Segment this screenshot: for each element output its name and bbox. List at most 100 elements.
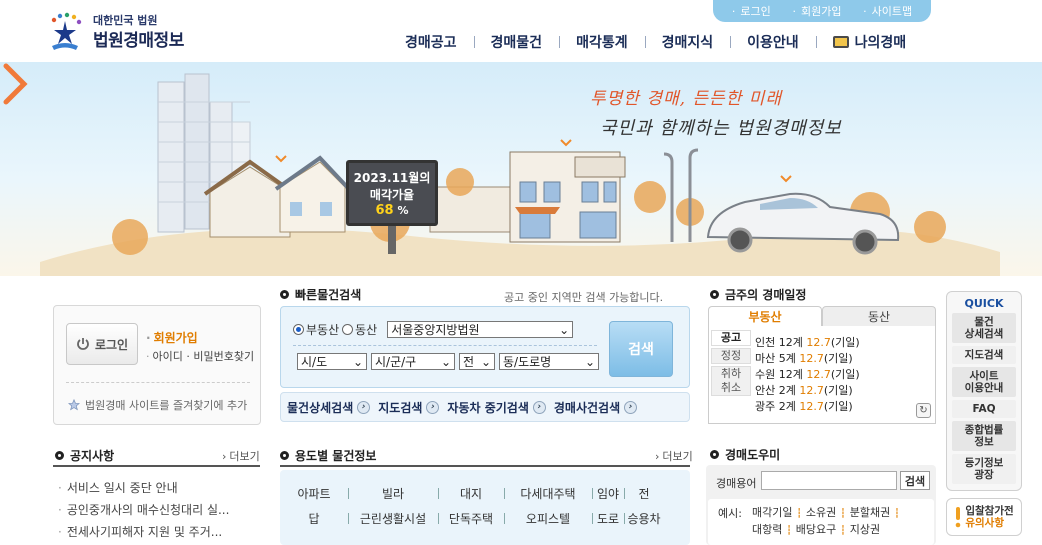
quick-search-note: 공고 중인 지역만 검색 가능합니다. bbox=[504, 291, 664, 304]
usage-forest[interactable]: 임야 bbox=[592, 485, 624, 502]
quick-map-search[interactable]: 지도검색 bbox=[952, 346, 1016, 364]
cat-notice[interactable]: 공고 bbox=[711, 330, 751, 346]
nav-auction-knowledge[interactable]: 경매지식 bbox=[644, 32, 731, 52]
cat-correction[interactable]: 정정 bbox=[711, 348, 751, 364]
usage-field[interactable]: 전 bbox=[624, 485, 664, 502]
usage-officetel[interactable]: 오피스텔 bbox=[504, 510, 592, 527]
list-item[interactable]: 광주 2계 12.7(기일) bbox=[755, 399, 860, 415]
quick-search-row-1: 부동산 동산 서울중앙지방법원 bbox=[293, 321, 574, 338]
quick-search-button[interactable]: 검색 bbox=[609, 321, 673, 377]
usage-paddy[interactable]: 답 bbox=[280, 510, 348, 527]
list-item[interactable]: 안산 2계 12.7(기일) bbox=[755, 383, 860, 399]
chevron-right-icon: › bbox=[426, 400, 440, 414]
quick-law-info[interactable]: 종합법률 정보 bbox=[952, 421, 1016, 451]
bullet-icon bbox=[55, 451, 64, 460]
nav-my-auction[interactable]: 나의경매 bbox=[815, 32, 924, 52]
usage-apartment[interactable]: 아파트 bbox=[280, 485, 348, 502]
case-search-link[interactable]: 경매사건검색 › bbox=[554, 399, 638, 416]
court-select[interactable]: 서울중앙지방법원 bbox=[387, 321, 574, 338]
find-account-link[interactable]: 아이디 · 비밀번호찾기 bbox=[146, 348, 255, 364]
login-box: 로그인 회원가입 아이디 · 비밀번호찾기 법원경매 사이트를 즐겨찾기에 추가 bbox=[53, 305, 261, 425]
term-superficies[interactable]: 지상권 bbox=[850, 522, 880, 539]
nav-usage-guide[interactable]: 이용안내 bbox=[730, 32, 816, 52]
jeon-select[interactable]: 전 bbox=[459, 353, 495, 370]
usage-neighborhood[interactable]: 근린생활시설 bbox=[348, 510, 438, 527]
usage-detached[interactable]: 단독주택 bbox=[438, 510, 504, 527]
slogan-line-1: 투명한 경매, 든든한 미래 bbox=[590, 89, 783, 109]
nav-sale-statistics[interactable]: 매각통계 bbox=[559, 32, 645, 52]
nav-auction-notice[interactable]: 경매공고 bbox=[388, 32, 474, 52]
glossary-input[interactable] bbox=[761, 471, 897, 490]
term-distribution-request[interactable]: 배당요구 bbox=[796, 522, 846, 539]
usage-car[interactable]: 승용차 bbox=[624, 510, 664, 527]
vehicle-search-link[interactable]: 자동차 중기검색 › bbox=[447, 399, 546, 416]
nav-auction-items[interactable]: 경매물건 bbox=[473, 32, 560, 52]
glossary-example-label: 예시: bbox=[718, 507, 742, 520]
quick-search-box: 부동산 동산 서울중앙지방법원 시/도 시/군/구 전 동/도로명 검색 bbox=[280, 306, 690, 388]
logo-title: 법원경매정보 bbox=[93, 31, 184, 51]
movable-radio-label: 동산 bbox=[355, 323, 378, 337]
weekly-schedule-title: 금주의 경매일정 bbox=[710, 286, 806, 303]
site-header: 대한민국 법원 법원경매정보 로그인 회원가입 사이트맵 경매공고 경매물건 매… bbox=[0, 0, 1042, 62]
usage-row-2: 답 근린생활시설 단독주택 오피스텔 도로 승용차 bbox=[280, 510, 664, 527]
list-item[interactable]: 서비스 일시 중단 안내 bbox=[58, 477, 229, 499]
usage-multiplex[interactable]: 다세대주택 bbox=[504, 485, 592, 502]
notices-title-text: 공지사항 bbox=[70, 449, 115, 463]
vehicle-search-label: 자동차 중기검색 bbox=[447, 400, 529, 415]
term-ownership[interactable]: 소유권 bbox=[806, 505, 846, 522]
list-item[interactable]: 공인중개사의 매수신청대리 실... bbox=[58, 499, 230, 521]
notices-more-link[interactable]: 더보기 bbox=[222, 448, 259, 464]
item-place: 안산 2계 bbox=[755, 384, 796, 397]
chevron-right-icon: › bbox=[532, 400, 546, 414]
join-link[interactable]: 회원가입 bbox=[146, 329, 198, 346]
login-button[interactable]: 로그인 bbox=[66, 323, 138, 365]
book-icon bbox=[832, 36, 849, 48]
list-item[interactable]: 수원 12계 12.7(기일) bbox=[755, 367, 860, 383]
realestate-radio[interactable] bbox=[293, 324, 304, 335]
tab-movable[interactable]: 동산 bbox=[822, 306, 936, 326]
quick-menu: QUICK 물건 상세검색 지도검색 사이트 이용안내 FAQ 종합법률 정보 … bbox=[946, 291, 1022, 491]
list-item[interactable]: 전세사기피해자 지원 및 주거... bbox=[58, 521, 229, 543]
add-favorite-label: 법원경매 사이트를 즐겨찾기에 추가 bbox=[85, 399, 248, 412]
add-favorite-link[interactable]: 법원경매 사이트를 즐겨찾기에 추가 bbox=[68, 397, 247, 413]
movable-radio[interactable] bbox=[342, 324, 354, 335]
banner-next-arrow-icon[interactable] bbox=[0, 62, 30, 106]
usage-land[interactable]: 대지 bbox=[438, 485, 504, 502]
usage-villa[interactable]: 빌라 bbox=[348, 485, 438, 502]
cat-withdrawal[interactable]: 취하 취소 bbox=[711, 366, 751, 396]
sigungu-select[interactable]: 시/군/구 bbox=[371, 353, 455, 370]
util-login-link[interactable]: 로그인 bbox=[732, 3, 770, 19]
list-item[interactable]: 마산 5계 12.7(기일) bbox=[755, 351, 860, 367]
term-divided-claim[interactable]: 분할채권 bbox=[850, 505, 900, 522]
usage-road[interactable]: 도로 bbox=[592, 510, 624, 527]
glossary-title-text: 경매도우미 bbox=[725, 448, 781, 462]
util-sitemap-link[interactable]: 사이트맵 bbox=[863, 3, 912, 19]
glossary-search-button[interactable]: 검색 bbox=[900, 471, 930, 490]
quick-registry-info[interactable]: 등기정보 광장 bbox=[952, 454, 1016, 484]
bidding-notice-button[interactable]: 입찰참가전 유의사항 bbox=[946, 498, 1022, 536]
weekly-schedule-body: 공고 정정 취하 취소 인천 12계 12.7(기일) 마산 5계 12.7(기… bbox=[708, 326, 936, 424]
sido-select[interactable]: 시/도 bbox=[297, 353, 367, 370]
term-opposing-power[interactable]: 대항력 bbox=[752, 522, 792, 539]
item-tail: (기일) bbox=[823, 352, 853, 365]
tab-realestate[interactable]: 부동산 bbox=[708, 306, 822, 326]
item-tail: (기일) bbox=[823, 384, 853, 397]
quick-faq[interactable]: FAQ bbox=[952, 400, 1016, 418]
usage-more-link[interactable]: 더보기 bbox=[655, 448, 692, 464]
list-item[interactable]: 인천 12계 12.7(기일) bbox=[755, 335, 860, 351]
term-sale-date[interactable]: 매각기일 bbox=[752, 505, 802, 522]
weekly-tabs: 부동산 동산 bbox=[708, 306, 936, 326]
quick-search-divider bbox=[293, 345, 597, 346]
detail-search-link[interactable]: 물건상세검색 › bbox=[287, 399, 371, 416]
court-emblem-icon bbox=[51, 12, 82, 50]
quick-site-guide[interactable]: 사이트 이용안내 bbox=[952, 367, 1016, 397]
notices-list: 서비스 일시 중단 안내 공인중개사의 매수신청대리 실... 전세사기피해자 … bbox=[58, 477, 230, 543]
map-search-link[interactable]: 지도검색 › bbox=[378, 399, 440, 416]
refresh-icon[interactable]: ↻ bbox=[916, 403, 931, 418]
util-join-link[interactable]: 회원가입 bbox=[792, 3, 841, 19]
dong-select[interactable]: 동/도로명 bbox=[499, 353, 599, 370]
site-logo[interactable]: 대한민국 법원 법원경매정보 bbox=[46, 10, 196, 54]
glossary-label: 경매용어 bbox=[716, 477, 757, 490]
quick-detail-search[interactable]: 물건 상세검색 bbox=[952, 313, 1016, 343]
glossary-title: 경매도우미 bbox=[710, 446, 780, 463]
